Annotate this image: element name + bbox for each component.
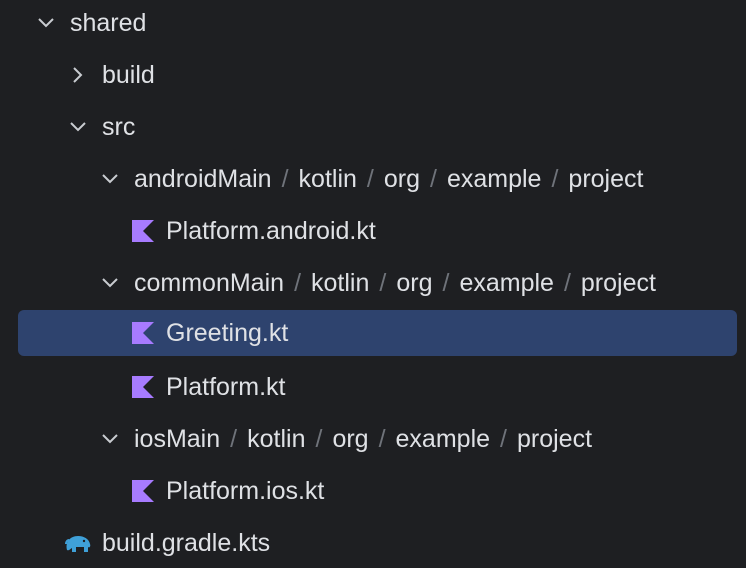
tree-node-label: build.gradle.kts [102, 529, 271, 557]
chevron-down-icon[interactable] [68, 117, 88, 137]
tree-node-label: shared [70, 9, 147, 37]
path-segment: project [568, 165, 644, 193]
tree-node-label: build [102, 61, 155, 89]
chevron-down-icon[interactable] [100, 429, 120, 449]
path-separator: / [294, 269, 302, 297]
chevron-down-icon[interactable] [100, 273, 120, 293]
gradle-elephant-icon [62, 530, 94, 556]
path-segment: org [396, 269, 433, 297]
tree-node-commonmain[interactable]: commonMain / kotlin / org / example / project [18, 260, 737, 306]
kotlin-file-icon [130, 218, 156, 244]
tree-node-build[interactable]: build [18, 52, 737, 98]
tree-node-platform-kt[interactable]: Platform.kt [18, 364, 737, 410]
path-segment: example [459, 269, 554, 297]
kotlin-file-icon [130, 478, 156, 504]
path-segment: project [580, 269, 656, 297]
path-separator: / [442, 269, 450, 297]
path-separator: / [379, 269, 387, 297]
path-segment: iosMain [134, 425, 221, 453]
path-segment: androidMain [134, 165, 272, 193]
tree-node-src[interactable]: src [18, 104, 737, 150]
path-separator: / [378, 425, 386, 453]
package-path: iosMain / kotlin / org / example / project [134, 416, 592, 462]
path-segment: org [332, 425, 369, 453]
tree-node-label: Platform.android.kt [166, 217, 376, 245]
path-segment: commonMain [134, 269, 285, 297]
chevron-down-icon[interactable] [100, 169, 120, 189]
tree-node-androidmain[interactable]: androidMain / kotlin / org / example / project [18, 156, 737, 202]
tree-node-label: Platform.kt [166, 373, 286, 401]
path-segment: project [516, 425, 593, 453]
tree-node-platform-android-kt[interactable]: Platform.android.kt [18, 208, 737, 254]
path-segment: kotlin [247, 425, 306, 453]
path-separator: / [315, 425, 323, 453]
path-segment: org [383, 165, 421, 193]
tree-node-greeting-kt[interactable]: Greeting.kt [18, 310, 737, 356]
path-segment: example [446, 165, 542, 193]
path-separator: / [430, 165, 437, 193]
tree-node-platform-ios-kt[interactable]: Platform.ios.kt [18, 468, 737, 514]
path-separator: / [563, 269, 571, 297]
package-path: commonMain / kotlin / org / example / project [134, 260, 656, 306]
kotlin-file-icon [130, 374, 156, 400]
path-separator: / [551, 165, 559, 193]
path-segment: kotlin [298, 165, 357, 193]
path-segment: kotlin [311, 269, 370, 297]
tree-node-label: Platform.ios.kt [166, 477, 325, 505]
tree-node-label: src [102, 113, 136, 141]
chevron-right-icon[interactable] [68, 65, 88, 85]
path-separator: / [281, 165, 289, 193]
tree-node-build-gradle-kts[interactable]: build.gradle.kts [18, 520, 737, 566]
chevron-down-icon[interactable] [36, 13, 56, 33]
tree-node-shared[interactable]: shared [18, 0, 737, 46]
tree-node-iosmain[interactable]: iosMain / kotlin / org / example / project [18, 416, 737, 462]
package-path: androidMain / kotlin / org / example / project [134, 156, 643, 202]
tree-node-label: Greeting.kt [166, 319, 289, 347]
kotlin-file-icon [130, 320, 156, 346]
path-separator: / [366, 165, 374, 193]
project-tree: shared build src androidMain / kotlin / org /… [0, 0, 746, 568]
path-separator: / [230, 425, 238, 453]
path-separator: / [500, 425, 507, 453]
path-segment: example [395, 425, 491, 453]
